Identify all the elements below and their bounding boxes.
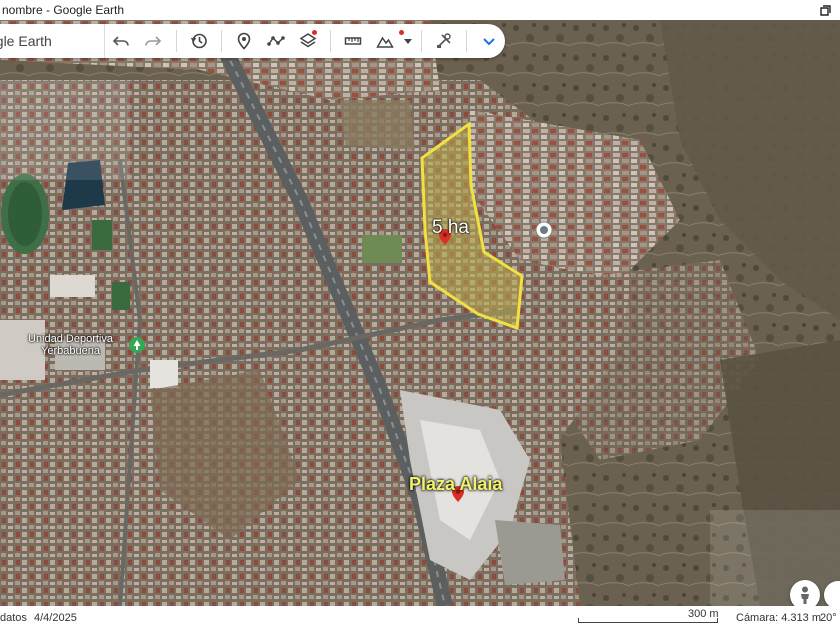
satellite-map[interactable]: 5 ha Plaza Alaia Unidad Deportiva Yerbab…	[0, 20, 840, 606]
camera-altitude: Cámara: 4.313 m	[736, 612, 821, 624]
redo-icon	[145, 36, 162, 46]
tools-icon	[436, 33, 451, 48]
projects-button[interactable]	[428, 24, 460, 58]
add-path-button[interactable]	[260, 24, 292, 58]
toolbar: ogle Earth	[0, 24, 505, 58]
map-style-button[interactable]	[369, 24, 404, 58]
search-box[interactable]: ogle Earth	[0, 24, 106, 58]
search-text[interactable]: ogle Earth	[0, 33, 52, 49]
layers-button[interactable]	[292, 24, 324, 58]
placemark-icon	[237, 32, 251, 50]
status-bar: datos 4/4/2025 300 m Cámara: 4.313 m 20°	[0, 606, 840, 630]
undo-button[interactable]	[105, 24, 137, 58]
redo-button[interactable]	[137, 24, 169, 58]
restore-window-icon[interactable]	[818, 3, 832, 17]
measure-button[interactable]	[337, 24, 369, 58]
historical-imagery-button[interactable]	[182, 24, 214, 58]
toolbar-separator	[330, 30, 332, 52]
camera-tilt: 20°	[820, 612, 837, 624]
place-icon[interactable]	[535, 221, 553, 239]
scale-bar	[578, 618, 718, 623]
pegman-icon	[801, 586, 809, 604]
unidad-deportiva-label: Unidad Deportiva Yerbabuena	[28, 333, 113, 357]
plaza-label: Plaza Alaia	[409, 474, 503, 494]
street-view-button[interactable]	[790, 580, 820, 606]
unidad-label-line2: Yerbabuena	[41, 345, 100, 357]
terrain-icon	[376, 36, 395, 48]
ruler-icon	[344, 37, 362, 45]
window-titlebar: nombre - Google Earth	[0, 0, 840, 20]
imagery-date: 4/4/2025	[34, 612, 77, 624]
map-style-dropdown[interactable]	[402, 24, 415, 58]
data-attribution-link[interactable]: datos	[0, 612, 27, 624]
history-icon	[190, 33, 207, 49]
window-title: nombre - Google Earth	[2, 3, 125, 17]
park-icon[interactable]	[129, 337, 145, 353]
undo-icon	[113, 36, 130, 46]
map-imagery[interactable]	[0, 20, 840, 606]
toolbar-separator	[175, 30, 177, 52]
toolbar-separator	[420, 30, 422, 52]
toolbar-separator	[465, 30, 467, 52]
unidad-label-line1: Unidad Deportiva	[28, 333, 113, 345]
chevron-down-icon	[483, 38, 495, 46]
caret-down-icon	[404, 39, 413, 44]
area-label: 5 ha	[432, 217, 469, 238]
more-button[interactable]	[473, 24, 505, 58]
path-icon	[267, 36, 285, 46]
add-placemark-button[interactable]	[228, 24, 260, 58]
toolbar-separator	[220, 30, 222, 52]
